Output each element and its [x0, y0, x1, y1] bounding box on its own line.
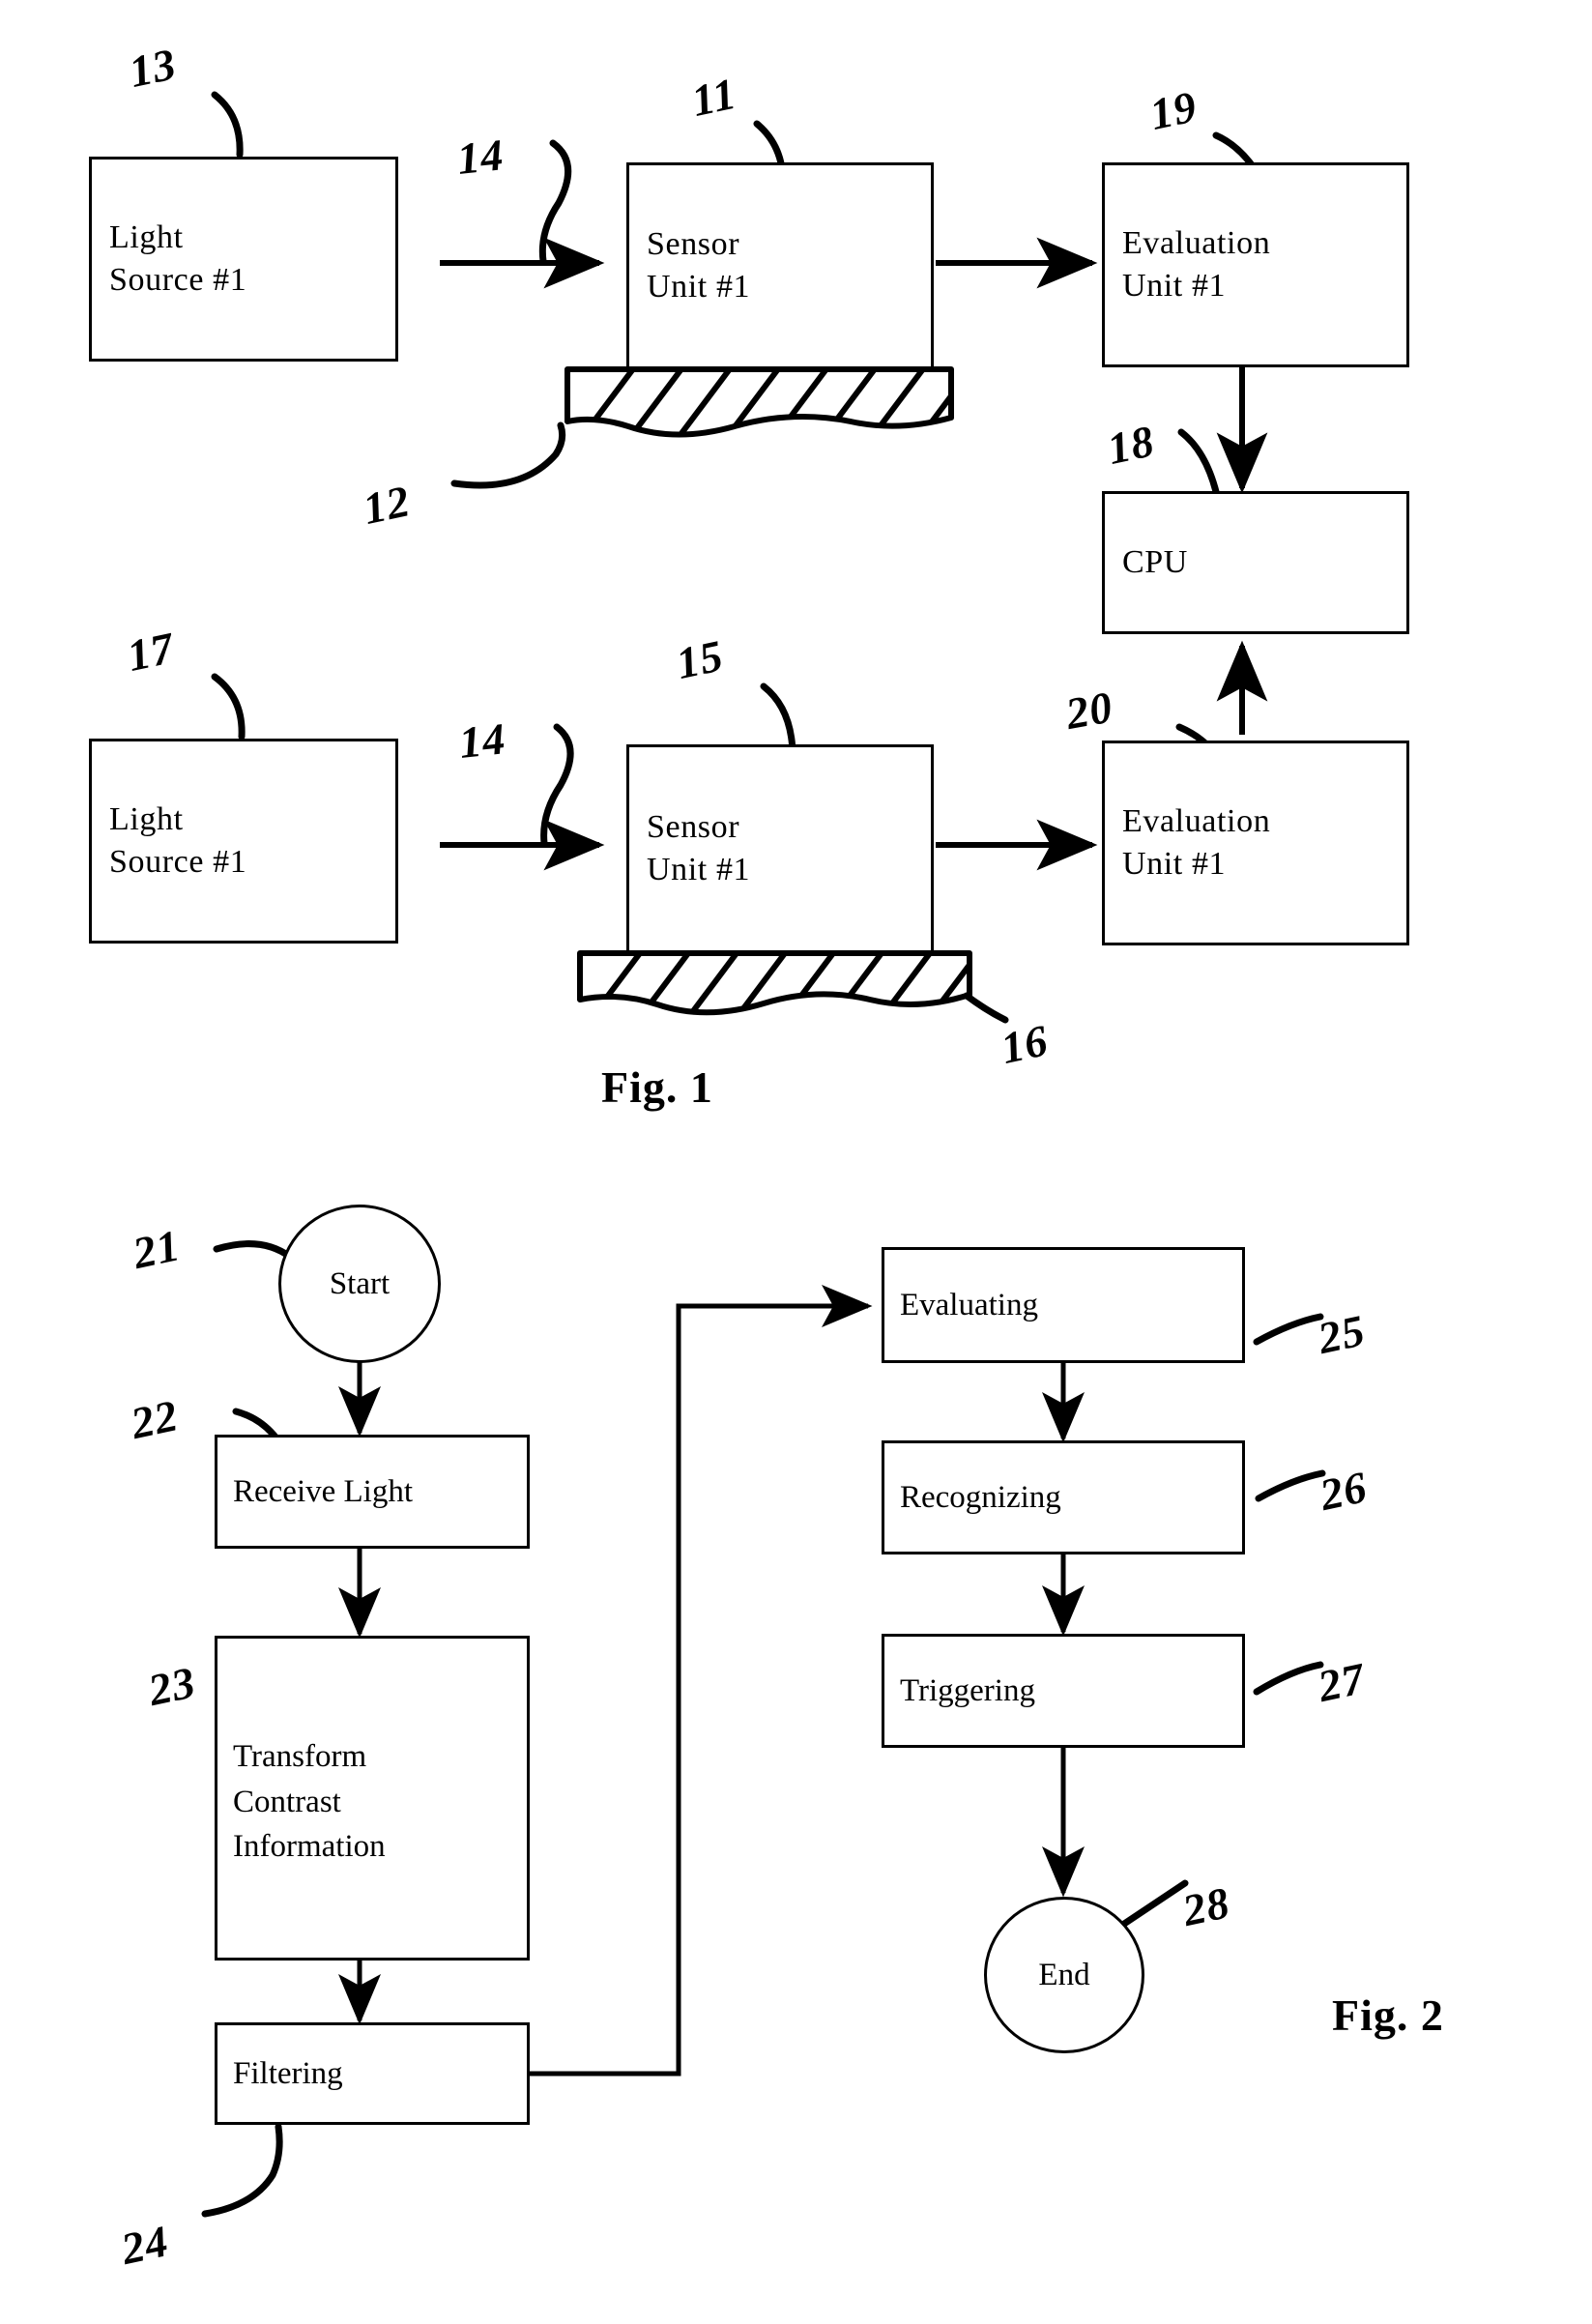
leader-17	[211, 673, 246, 741]
leader-24	[201, 2123, 283, 2218]
flow-node-label: Recognizing	[900, 1479, 1061, 1515]
leader-26	[1255, 1469, 1326, 1502]
block-label-line: Evaluation	[1122, 802, 1271, 839]
flow-node-receive-light: Receive Light	[215, 1435, 530, 1549]
flow-node-transform-contrast-information: Transform Contrast Information	[215, 1636, 530, 1961]
flow-node-label-line: Transform	[233, 1738, 367, 1774]
flow-node-label: Start	[329, 1265, 391, 1301]
block-label-line: Unit #1	[1122, 846, 1227, 882]
block-cpu: CPU	[1102, 491, 1409, 634]
block-evaluation-unit-2: Evaluation Unit #1	[1102, 741, 1409, 945]
ref-numeral-14-top: 14	[454, 130, 507, 185]
block-label-line: Evaluation	[1122, 224, 1271, 261]
block-label-line: Unit #1	[647, 852, 751, 887]
flow-node-start: Start	[278, 1205, 441, 1363]
flow-node-label: Receive Light	[233, 1473, 414, 1509]
flow-node-triggering: Triggering	[882, 1634, 1245, 1748]
surface-hatch-top	[450, 366, 954, 489]
block-evaluation-unit-1: Evaluation Unit #1	[1102, 162, 1409, 367]
figure-1-caption: Fig. 1	[601, 1062, 713, 1112]
flow-node-label-line: Contrast	[233, 1784, 341, 1819]
block-light-source-2: Light Source #1	[89, 739, 398, 944]
ref-numeral-14-bottom: 14	[456, 713, 508, 769]
block-label-line: CPU	[1122, 543, 1188, 580]
block-light-source-1: Light Source #1	[89, 157, 398, 362]
leader-13	[211, 91, 244, 159]
flow-node-evaluating: Evaluating	[882, 1247, 1245, 1363]
flow-node-label: End	[1038, 1957, 1090, 1992]
surface-hatch-bottom	[577, 950, 1009, 1024]
block-sensor-unit-1: Sensor Unit #1	[626, 162, 934, 369]
block-label-line: Source #1	[109, 262, 247, 298]
connector-filtering-evaluating	[530, 1285, 873, 2077]
flow-node-label: Filtering	[233, 2055, 343, 2091]
block-sensor-unit-2: Sensor Unit #1	[626, 744, 934, 953]
block-label-line: Source #1	[109, 844, 247, 880]
block-label-line: Light	[109, 800, 184, 837]
block-label-line: Sensor	[647, 808, 740, 845]
patent-figure-sheet: Light Source #1 13 Sensor Unit #1 11 Eva…	[0, 0, 1592, 2324]
ref-numeral-20: 20	[1061, 682, 1117, 740]
leader-14-top	[538, 139, 572, 265]
leader-21	[213, 1240, 294, 1261]
leader-14-bottom	[540, 723, 574, 847]
flow-node-label-line: Information	[233, 1829, 386, 1865]
block-label-line: Unit #1	[647, 269, 751, 305]
leader-25	[1253, 1313, 1324, 1346]
block-label-line: Light	[109, 218, 184, 255]
block-label-line: Unit #1	[1122, 268, 1227, 304]
leader-27	[1253, 1661, 1324, 1696]
flow-node-end: End	[984, 1897, 1144, 2053]
block-label-line: Sensor	[647, 225, 740, 262]
flow-node-filtering: Filtering	[215, 2022, 530, 2125]
flow-node-label: Evaluating	[900, 1287, 1038, 1322]
flow-node-recognizing: Recognizing	[882, 1440, 1245, 1554]
figure-2-caption: Fig. 2	[1332, 1990, 1444, 2040]
flow-node-label: Triggering	[900, 1672, 1035, 1708]
